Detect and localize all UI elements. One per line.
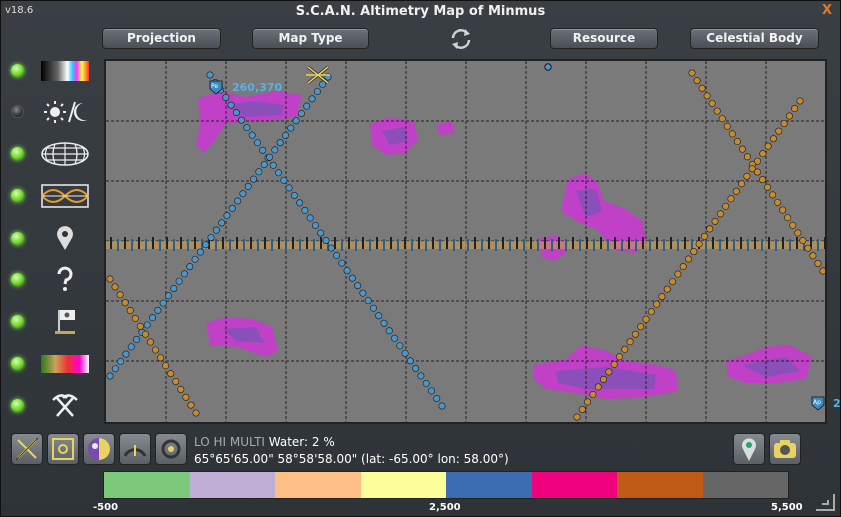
refresh-icon[interactable] bbox=[448, 27, 474, 51]
legend-swatch bbox=[189, 472, 275, 498]
gear-icon bbox=[161, 439, 181, 459]
anomaly-icon[interactable] bbox=[39, 265, 91, 293]
camera-button[interactable] bbox=[769, 433, 801, 465]
altimetry-map[interactable]: Pe 260,370 Ap bbox=[104, 59, 827, 424]
legend-swatch bbox=[617, 472, 703, 498]
vessel-center-icon bbox=[15, 437, 39, 461]
color-palette-icon[interactable] bbox=[39, 57, 91, 85]
legend-swatch bbox=[446, 472, 532, 498]
altitude-legend bbox=[103, 471, 789, 499]
settings-button[interactable] bbox=[155, 433, 187, 465]
coordinate-readout: 65°65'65.00" 58°58'58.00" (lat: -65.00° … bbox=[194, 452, 509, 466]
waypoint-icon[interactable] bbox=[39, 224, 91, 252]
water-readout: Water: 2 % bbox=[268, 435, 335, 449]
instruments-button[interactable] bbox=[119, 433, 151, 465]
mining-toggle-led[interactable] bbox=[11, 399, 24, 412]
grid-toggle-led[interactable] bbox=[11, 147, 24, 160]
daynight-toggle-led[interactable] bbox=[11, 105, 24, 118]
map-type-button[interactable]: Map Type bbox=[252, 28, 369, 49]
projection-button[interactable]: Projection bbox=[102, 28, 221, 49]
terrain-legend-icon[interactable] bbox=[39, 350, 91, 378]
legend-mid-label: 2,500 bbox=[429, 502, 461, 513]
periapsis-altitude: 260,370 bbox=[232, 81, 282, 94]
flag-toggle-led[interactable] bbox=[11, 315, 24, 328]
legend-swatch bbox=[360, 472, 446, 498]
waypoint-button[interactable] bbox=[733, 433, 765, 465]
orbit-toggle-led[interactable] bbox=[11, 189, 24, 202]
celestial-body-button[interactable]: Celestial Body bbox=[690, 28, 819, 49]
apoapsis-altitude: 2 bbox=[833, 397, 841, 410]
resource-button[interactable]: Resource bbox=[550, 28, 658, 49]
waypoint-pin-icon bbox=[742, 438, 756, 461]
flag-icon[interactable] bbox=[39, 307, 91, 335]
resize-handle-icon[interactable] bbox=[812, 492, 836, 512]
camera-icon bbox=[774, 440, 796, 458]
legend-max-label: 5,500 bbox=[771, 502, 803, 513]
orbit-lines-icon[interactable] bbox=[39, 182, 91, 210]
svg-text:Ap: Ap bbox=[813, 399, 821, 406]
vessel-center-button[interactable] bbox=[11, 433, 43, 465]
close-button[interactable]: X bbox=[822, 3, 832, 18]
legend-swatch bbox=[275, 472, 361, 498]
day-night-icon[interactable] bbox=[39, 98, 91, 126]
zoom-map-button[interactable] bbox=[47, 433, 79, 465]
scan-altimetry-window: v18.6 S.C.A.N. Altimetry Map of Minmus X… bbox=[0, 0, 841, 517]
legend-min-label: -500 bbox=[93, 502, 119, 513]
color-toggle-led[interactable] bbox=[11, 64, 24, 77]
window-title: S.C.A.N. Altimetry Map of Minmus bbox=[295, 4, 546, 19]
overlay-icon bbox=[88, 438, 110, 460]
grid-icon[interactable] bbox=[39, 140, 91, 168]
zoom-map-icon bbox=[52, 438, 74, 460]
gauge-icon bbox=[123, 445, 147, 457]
svg-text:Pe: Pe bbox=[211, 83, 218, 90]
overlay-button[interactable] bbox=[83, 433, 115, 465]
anomaly-toggle-led[interactable] bbox=[11, 273, 24, 286]
waypoint-toggle-led[interactable] bbox=[11, 232, 24, 245]
legend-toggle-led[interactable] bbox=[11, 357, 24, 370]
legend-swatch bbox=[531, 472, 617, 498]
layer-modes: LO HI MULTI bbox=[194, 435, 265, 449]
mining-icon[interactable] bbox=[39, 392, 91, 420]
legend-swatch bbox=[104, 472, 190, 498]
legend-swatch bbox=[702, 472, 788, 498]
